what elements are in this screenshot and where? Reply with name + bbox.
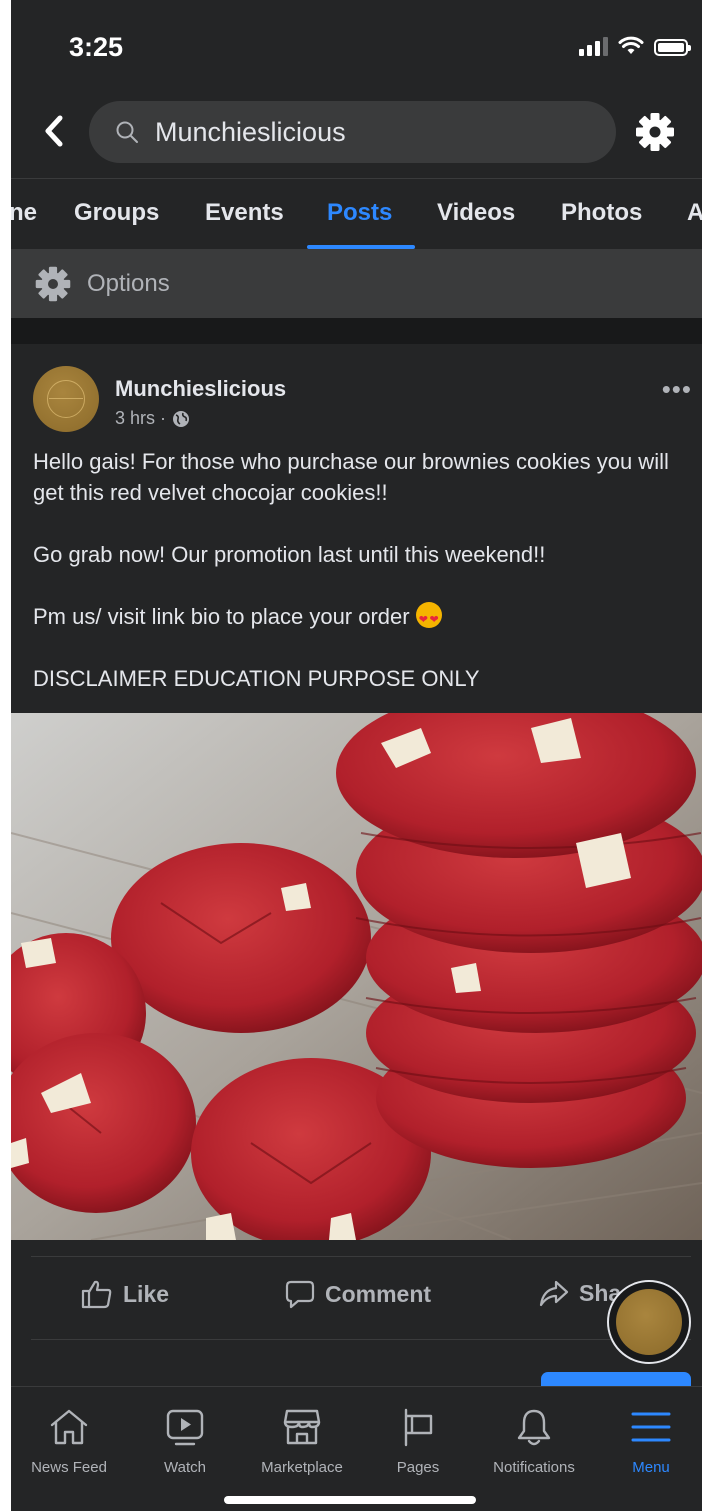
marketplace-icon [283,1409,321,1445]
tab-groups[interactable]: Groups [74,199,159,227]
post-meta: 3 hrs · [115,408,190,429]
wifi-icon [618,36,644,54]
post-actions: Like Comment Sha [31,1256,691,1340]
search-icon [116,121,138,143]
heart-eyes-emoji-icon [415,602,442,636]
comment-label: Comment [325,1280,432,1307]
status-time: 3:25 [69,32,124,62]
globe-icon [173,410,190,427]
watch-icon [166,1409,204,1446]
post-paragraph: DISCLAIMER EDUCATION PURPOSE ONLY [33,666,480,691]
nav-notifications[interactable]: Notifications [479,1401,589,1476]
chat-head-avatar [616,1289,682,1355]
nav-menu[interactable]: Menu [596,1401,702,1476]
search-filter-tabs: ne Groups Events Posts Videos Photos A [11,178,702,250]
post-author[interactable]: Munchieslicious [115,376,286,402]
post-photo[interactable] [11,713,702,1240]
nav-marketplace[interactable]: Marketplace [247,1401,357,1476]
search-header: Munchieslicious [11,96,702,176]
tab-events[interactable]: Events [205,199,284,227]
active-tab-indicator [307,245,415,249]
nav-watch[interactable]: Watch [130,1401,240,1476]
post-time: 3 hrs · [115,408,167,428]
red-velvet-cookies-image [11,713,702,1240]
post-body: Hello gais! For those who purchase our b… [33,446,683,694]
status-bar: 3:25 [11,0,702,96]
phone-screen: 3:25 Munchieslicious ne Groups Events Po… [11,0,702,1511]
page-avatar[interactable] [33,366,99,432]
nav-pages[interactable]: Pages [363,1401,473,1476]
battery-icon [654,39,691,56]
tab-partial-left[interactable]: ne [11,199,37,227]
like-label: Like [123,1280,170,1307]
comment-icon [285,1280,315,1309]
post-card: Munchieslicious 3 hrs · ••• Hello gais! … [11,344,702,1384]
tab-photos[interactable]: Photos [561,199,642,227]
like-button[interactable]: Like [81,1279,169,1309]
status-icons [579,36,691,56]
chevron-left-icon [45,115,63,147]
share-icon [539,1280,569,1307]
tab-partial-right[interactable]: A [687,199,702,227]
bell-icon [517,1409,551,1446]
back-button[interactable] [37,110,71,152]
post-paragraph: Go grab now! Our promotion last until th… [33,542,546,567]
floating-chat-head[interactable] [607,1280,691,1364]
search-input[interactable]: Munchieslicious [89,101,616,163]
nav-news-feed[interactable]: News Feed [14,1401,124,1476]
home-icon [50,1409,88,1445]
share-button[interactable]: Sha [539,1279,621,1307]
gear-icon [636,113,674,151]
thumbs-up-icon [81,1280,112,1309]
section-divider [11,318,702,344]
options-label: Options [87,270,170,297]
more-options-button[interactable]: ••• [662,374,692,405]
post-paragraph: Pm us/ visit link bio to place your orde… [33,601,683,636]
gear-icon [35,266,71,302]
tab-videos[interactable]: Videos [437,199,515,227]
new-posts-indicator[interactable] [541,1372,691,1386]
options-button[interactable]: Options [11,250,702,318]
home-indicator[interactable] [224,1496,476,1504]
bottom-navigation: News Feed Watch Marketplace Pages Notifi… [11,1386,702,1511]
post-paragraph: Hello gais! For those who purchase our b… [33,449,669,505]
menu-icon [631,1412,671,1442]
search-query: Munchieslicious [155,116,346,147]
signal-icon [579,36,608,56]
settings-button[interactable] [633,110,677,154]
comment-button[interactable]: Comment [285,1279,431,1309]
tab-posts[interactable]: Posts [327,199,392,227]
flag-icon [404,1408,433,1447]
